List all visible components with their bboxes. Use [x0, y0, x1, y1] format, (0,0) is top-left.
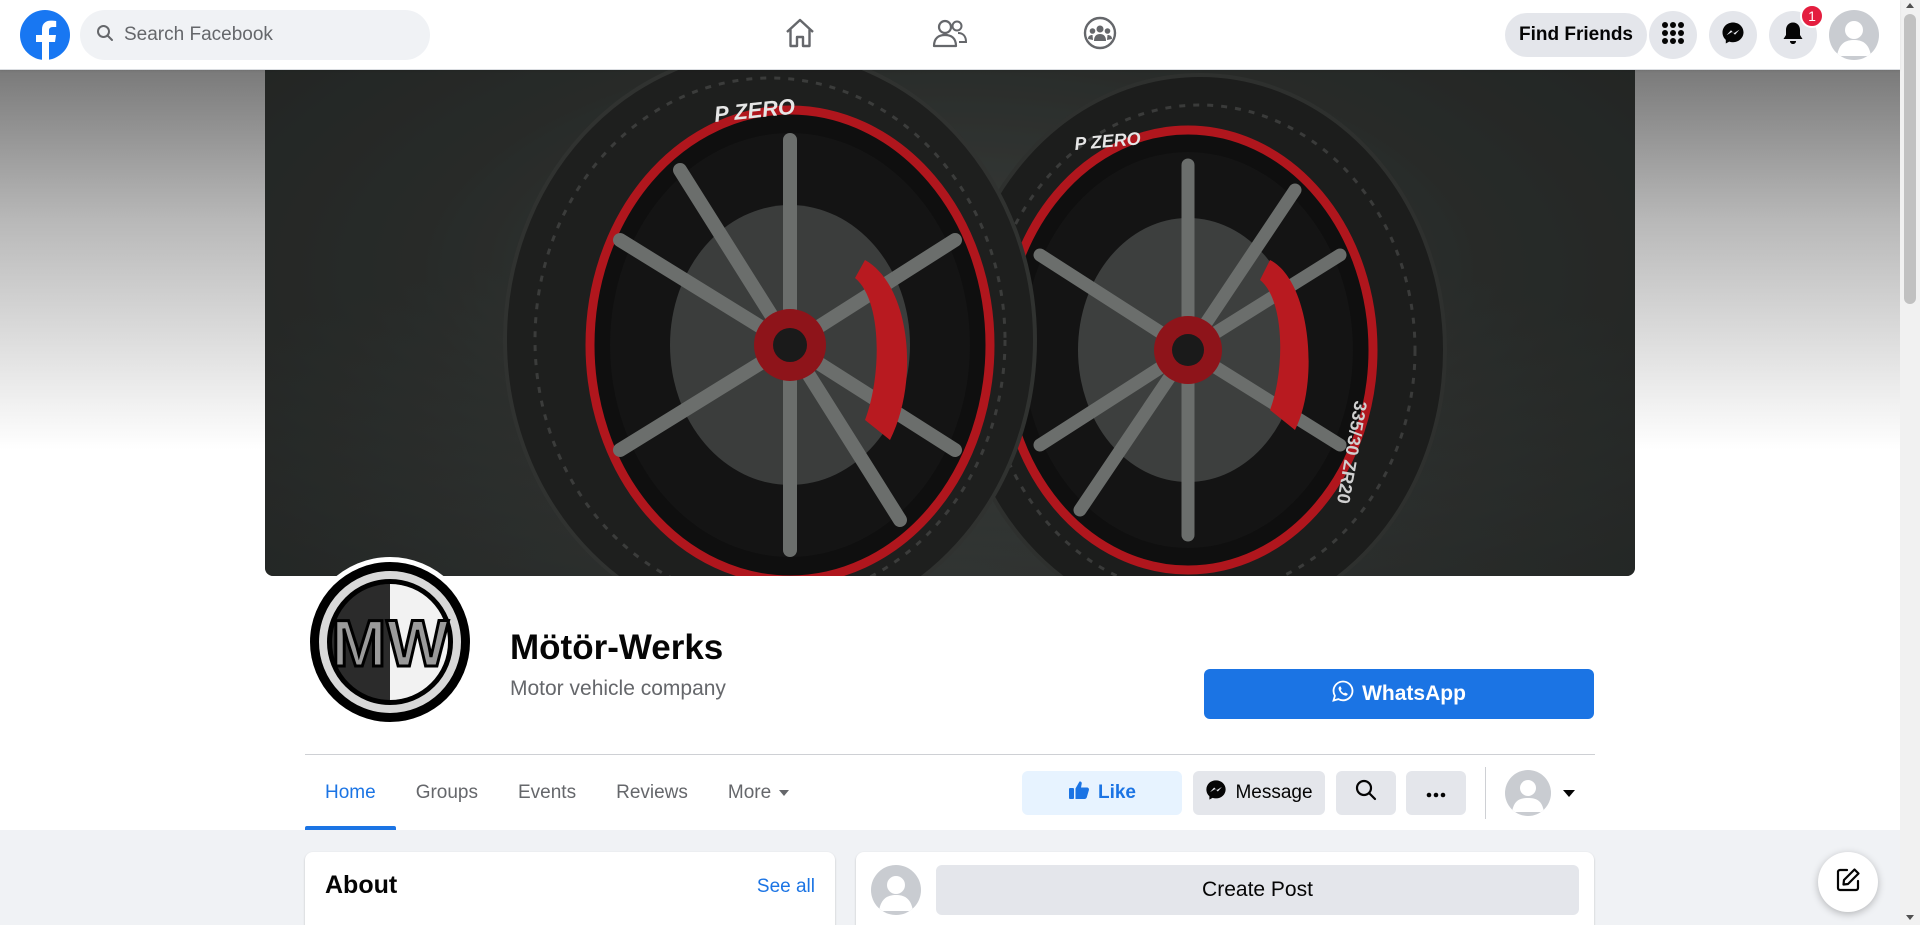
facebook-logo-icon[interactable]: [20, 10, 70, 60]
whatsapp-label: WhatsApp: [1362, 682, 1466, 705]
search-icon: [1355, 779, 1377, 807]
tab-label: More: [727, 782, 772, 803]
about-title: About: [325, 871, 398, 899]
page-scrollbar[interactable]: [1900, 0, 1920, 925]
page-search-button[interactable]: [1336, 771, 1396, 815]
search-icon: [96, 24, 114, 47]
notification-badge: 1: [1800, 4, 1824, 28]
nav-friends-button[interactable]: [910, 0, 990, 70]
search-bar[interactable]: [80, 10, 430, 60]
see-all-link[interactable]: See all: [757, 876, 815, 898]
avatar[interactable]: [871, 865, 921, 915]
groups-icon: [1082, 15, 1118, 56]
caret-down-icon: [779, 790, 790, 796]
more-options-button[interactable]: [1406, 771, 1466, 815]
nav-home-button[interactable]: [760, 0, 840, 70]
profile-picture[interactable]: MW: [305, 557, 475, 727]
actions-divider: [1485, 767, 1486, 819]
tab-groups[interactable]: Groups: [396, 756, 498, 830]
tab-label: Home: [325, 782, 376, 803]
message-label: Message: [1235, 782, 1313, 803]
top-nav-bar: Find Friends 1: [0, 0, 1900, 70]
menu-button[interactable]: [1649, 11, 1697, 59]
thumbs-up-icon: [1068, 780, 1090, 806]
friends-icon: [932, 16, 968, 55]
page-title: Mötör-Werks: [510, 628, 724, 667]
messenger-icon: [1721, 21, 1745, 50]
page-logo: MW: [310, 562, 470, 722]
like-button[interactable]: Like: [1022, 771, 1182, 815]
bell-icon: [1782, 21, 1804, 50]
ellipsis-icon: [1426, 782, 1446, 804]
page-category: Motor vehicle company: [510, 677, 726, 700]
find-friends-button[interactable]: Find Friends: [1505, 13, 1647, 57]
menu-grid-icon: [1661, 21, 1685, 50]
tab-label: Reviews: [616, 782, 688, 803]
nav-groups-button[interactable]: [1060, 0, 1140, 70]
svg-text:MW: MW: [331, 606, 449, 680]
scroll-down-arrow-icon[interactable]: [1906, 915, 1914, 920]
page-tabs: Home Groups Events Reviews More: [305, 756, 809, 830]
search-input[interactable]: [124, 24, 404, 46]
acting-as-avatar[interactable]: [1505, 770, 1551, 816]
create-post-button[interactable]: Create Post: [936, 865, 1579, 915]
home-icon: [783, 16, 817, 55]
message-button[interactable]: Message: [1193, 771, 1325, 815]
header-divider: [305, 754, 1595, 755]
whatsapp-icon: [1332, 680, 1354, 708]
scroll-up-arrow-icon[interactable]: [1906, 3, 1914, 8]
messenger-icon: [1205, 779, 1227, 807]
scrollbar-thumb[interactable]: [1904, 14, 1916, 304]
compose-icon: [1835, 867, 1861, 898]
tab-home[interactable]: Home: [305, 756, 396, 830]
left-wheel: [503, 70, 1037, 576]
about-card: About See all: [305, 852, 835, 925]
tab-events[interactable]: Events: [498, 756, 596, 830]
whatsapp-button[interactable]: WhatsApp: [1204, 669, 1594, 719]
tab-label: Groups: [415, 782, 478, 803]
create-post-card: Create Post: [856, 852, 1594, 925]
tab-label: Events: [518, 782, 577, 803]
caret-down-icon[interactable]: [1563, 790, 1575, 797]
account-avatar[interactable]: [1829, 10, 1879, 60]
like-label: Like: [1097, 782, 1137, 803]
new-message-button[interactable]: [1818, 852, 1878, 912]
tab-reviews[interactable]: Reviews: [596, 756, 708, 830]
cover-photo[interactable]: P ZERO P ZERO 335/30 ZR20: [265, 70, 1635, 576]
messenger-button[interactable]: [1709, 11, 1757, 59]
tab-more[interactable]: More: [708, 756, 809, 830]
